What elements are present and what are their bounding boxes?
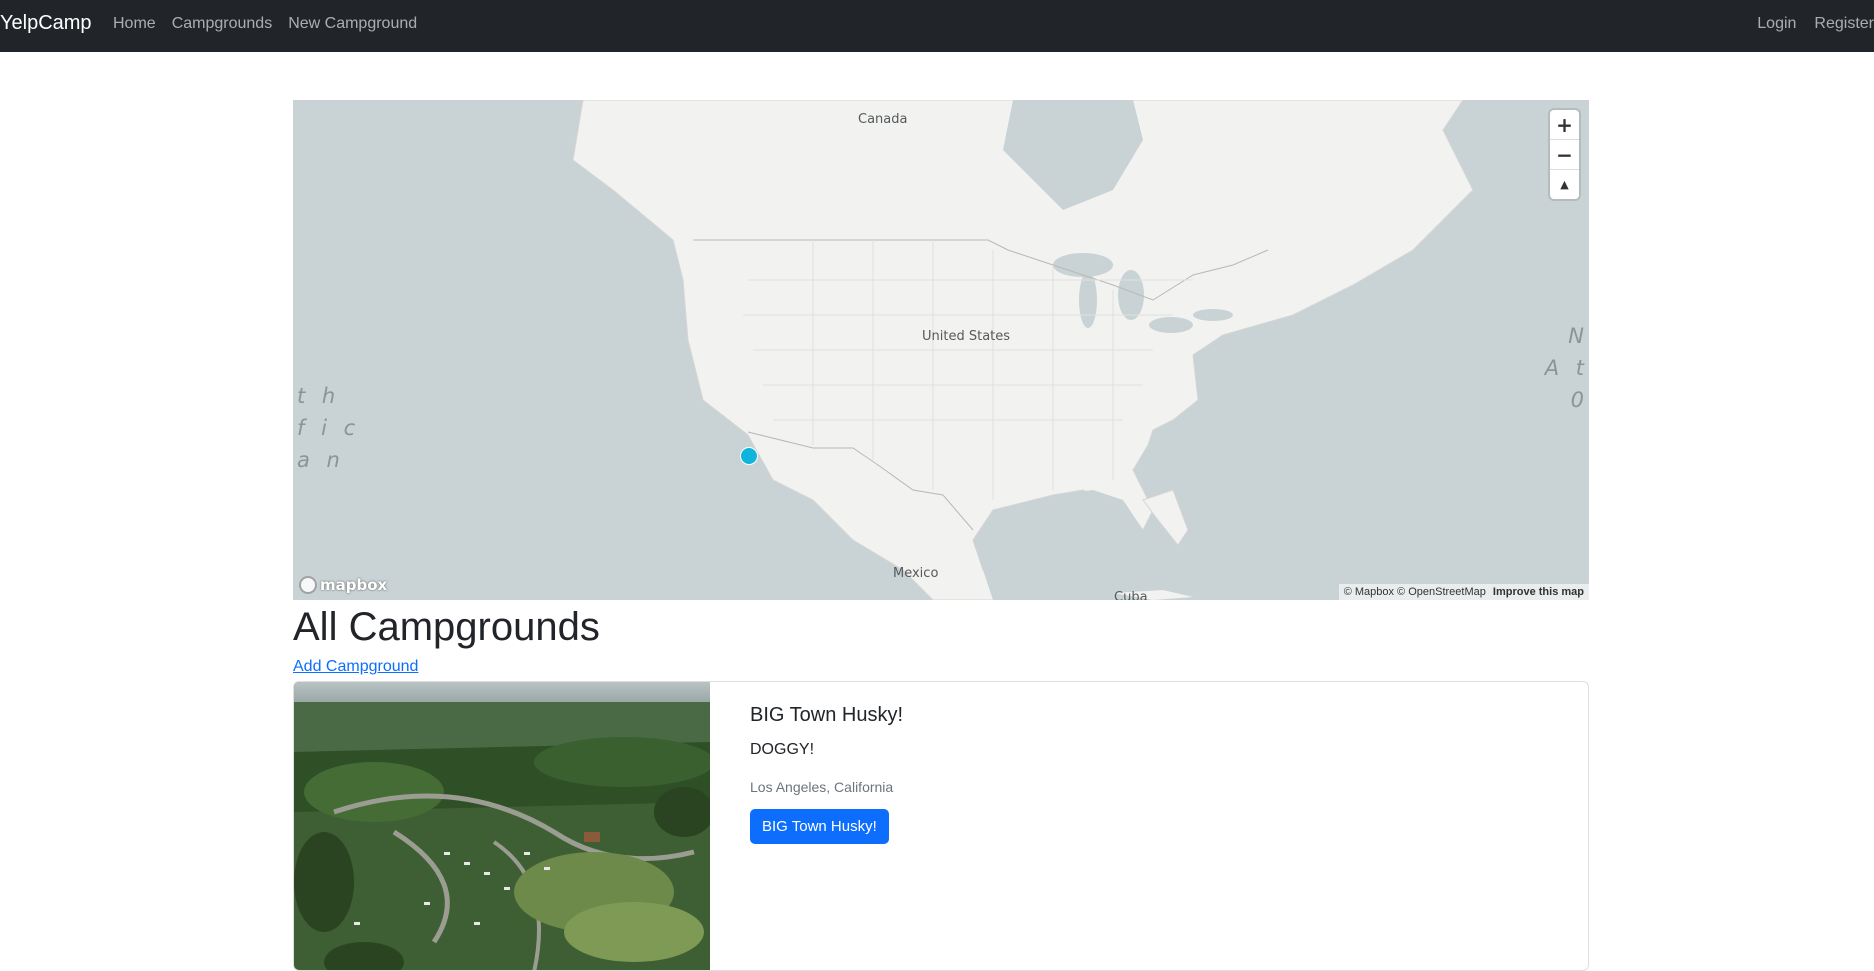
map-label-cuba: Cuba bbox=[1114, 590, 1148, 600]
nav-campgrounds-link[interactable]: Campgrounds bbox=[172, 15, 273, 33]
improve-map-link[interactable]: Improve this map bbox=[1493, 586, 1584, 598]
compass-button[interactable]: ▲ bbox=[1550, 170, 1579, 199]
zoom-in-button[interactable]: + bbox=[1550, 110, 1579, 140]
campground-title: BIG Town Husky! bbox=[750, 704, 904, 726]
cluster-map[interactable]: Canada United States Mexico Cuba t h f i… bbox=[293, 100, 1589, 600]
map-label-mexico: Mexico bbox=[893, 566, 939, 581]
campground-description: DOGGY! bbox=[750, 741, 815, 758]
nav-links: Home Campgrounds New Campground bbox=[113, 15, 433, 33]
view-campground-button[interactable]: BIG Town Husky! bbox=[750, 809, 889, 844]
campground-marker[interactable] bbox=[740, 447, 758, 465]
navbar: YelpCamp Home Campgrounds New Campground… bbox=[0, 0, 1874, 52]
zoom-out-button[interactable]: − bbox=[1550, 140, 1579, 170]
mapbox-logo[interactable]: mapbox bbox=[299, 576, 387, 594]
campground-aerial-photo bbox=[294, 682, 710, 970]
campground-location: Los Angeles, California bbox=[750, 779, 894, 795]
ocean-label-atlantic: N A t 0 bbox=[1544, 324, 1589, 412]
attribution-text[interactable]: © Mapbox © OpenStreetMap bbox=[1344, 586, 1486, 598]
map-basemap bbox=[572, 100, 1474, 600]
nav-new-campground-link[interactable]: New Campground bbox=[288, 15, 417, 33]
mapbox-logo-icon bbox=[299, 576, 317, 594]
nav-home-link[interactable]: Home bbox=[113, 15, 156, 33]
map-attribution: © Mapbox © OpenStreetMap Improve this ma… bbox=[1338, 584, 1589, 600]
page-title: All Campgrounds bbox=[293, 605, 600, 649]
nav-register-link[interactable]: Register bbox=[1814, 15, 1874, 33]
campground-card-body: BIG Town Husky! DOGGY! Los Angeles, Cali… bbox=[710, 682, 903, 970]
ocean-label-pacific: t h f i c a n bbox=[297, 384, 361, 472]
campground-image bbox=[294, 682, 710, 970]
brand-link[interactable]: YelpCamp bbox=[0, 12, 92, 35]
add-campground-link[interactable]: Add Campground bbox=[293, 658, 418, 676]
nav-login-link[interactable]: Login bbox=[1757, 15, 1796, 33]
map-label-united-states: United States bbox=[922, 329, 1011, 344]
compass-icon: ▲ bbox=[1560, 178, 1569, 191]
map-navigation-controls: + − ▲ bbox=[1550, 110, 1579, 199]
map-label-canada: Canada bbox=[858, 112, 908, 127]
nav-auth-links: Login Register bbox=[1739, 15, 1874, 33]
campground-card: BIG Town Husky! DOGGY! Los Angeles, Cali… bbox=[293, 681, 1589, 971]
